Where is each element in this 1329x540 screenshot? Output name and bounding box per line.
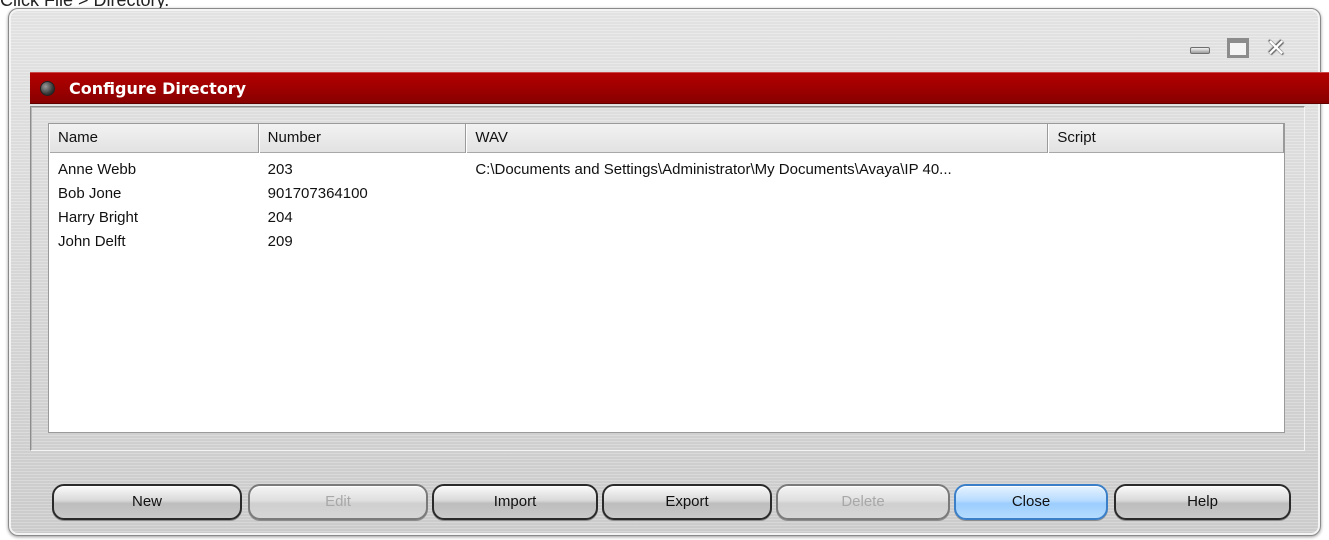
list-rows: Anne Webb 203 C:\Documents and Settings\… bbox=[49, 153, 1284, 252]
cell-script bbox=[1048, 156, 1284, 180]
column-header-name[interactable]: Name bbox=[49, 124, 259, 153]
status-dot-icon bbox=[40, 80, 55, 96]
table-row[interactable]: Harry Bright 204 bbox=[49, 204, 1284, 228]
maximize-icon[interactable] bbox=[1226, 37, 1250, 59]
directory-list[interactable]: Name Number WAV Script Anne Webb 203 C:\… bbox=[48, 123, 1285, 433]
close-icon[interactable]: ✕ bbox=[1264, 36, 1288, 60]
help-button[interactable]: Help bbox=[1114, 484, 1291, 520]
cell-script bbox=[1048, 180, 1284, 204]
cell-name: Bob Jone bbox=[58, 185, 122, 202]
export-button[interactable]: Export bbox=[602, 484, 772, 520]
minimize-icon[interactable] bbox=[1188, 37, 1212, 59]
cell-number: 209 bbox=[267, 233, 293, 250]
delete-button[interactable]: Delete bbox=[776, 484, 950, 520]
cell-script bbox=[1048, 204, 1284, 228]
table-row[interactable]: Anne Webb 203 C:\Documents and Settings\… bbox=[49, 156, 1284, 180]
cell-name: Anne Webb bbox=[58, 161, 137, 178]
cell-number: 204 bbox=[267, 209, 293, 226]
column-header-script[interactable]: Script bbox=[1048, 124, 1284, 153]
cell-wav: C:\Documents and Settings\Administrator\… bbox=[475, 161, 952, 178]
close-button[interactable]: Close bbox=[954, 484, 1108, 520]
cell-script bbox=[1048, 228, 1284, 252]
import-button[interactable]: Import bbox=[432, 484, 598, 520]
dialog-title: Configure Directory bbox=[69, 78, 247, 98]
cell-name: John Delft bbox=[58, 233, 126, 250]
cell-wav bbox=[466, 228, 1048, 252]
column-header-wav[interactable]: WAV bbox=[466, 124, 1049, 153]
column-header-number[interactable]: Number bbox=[258, 124, 467, 153]
cell-number: 203 bbox=[267, 161, 293, 178]
table-row[interactable]: John Delft 209 bbox=[49, 228, 1284, 252]
cell-wav bbox=[466, 180, 1048, 204]
window-controls: ✕ bbox=[1188, 36, 1288, 60]
list-header: Name Number WAV Script bbox=[49, 124, 1284, 153]
cell-wav bbox=[466, 204, 1048, 228]
table-row[interactable]: Bob Jone 901707364100 bbox=[49, 180, 1284, 204]
new-button[interactable]: New bbox=[52, 484, 242, 520]
edit-button[interactable]: Edit bbox=[248, 484, 428, 520]
cell-number: 901707364100 bbox=[267, 185, 368, 202]
cell-name: Harry Bright bbox=[58, 209, 139, 226]
dialog-title-bar: Configure Directory bbox=[30, 72, 1329, 104]
